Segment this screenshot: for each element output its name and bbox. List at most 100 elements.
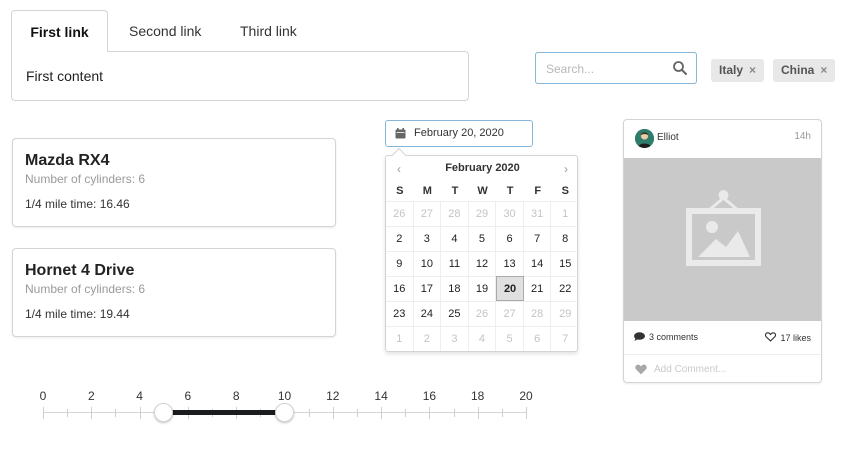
calendar-day[interactable]: 1 (551, 201, 579, 226)
post-author[interactable]: Elliot (657, 132, 679, 143)
weekday-row: SMTWTFS (386, 182, 579, 200)
slider-major-tick (139, 407, 141, 419)
calendar-day[interactable]: 24 (413, 301, 442, 326)
calendar-day-selected[interactable]: 20 (496, 276, 524, 301)
calendar-day[interactable]: 26 (386, 201, 414, 226)
slider-major-tick (381, 407, 383, 419)
calendar-day[interactable]: 5 (496, 326, 524, 351)
calendar-day[interactable]: 22 (551, 276, 579, 301)
calendar-day[interactable]: 2 (386, 226, 414, 251)
slider-major-tick (332, 407, 334, 419)
tab-menu: First link Second link Third link First … (11, 10, 469, 101)
slider-tick-label: 20 (519, 389, 533, 403)
calendar-day[interactable]: 21 (523, 276, 552, 301)
car-cylinders: Number of cylinders: 6 (25, 172, 146, 186)
heart-icon[interactable] (635, 364, 647, 375)
slider-major-tick (477, 407, 479, 419)
calendar-day[interactable]: 16 (386, 276, 414, 301)
likes-count: 17 likes (780, 333, 811, 343)
slider-tick-label: 0 (39, 389, 47, 403)
slider-tick-label: 8 (232, 389, 240, 403)
weekday-label: F (534, 185, 542, 197)
tab-first-link[interactable]: First link (11, 10, 108, 52)
calendar-day[interactable]: 7 (551, 326, 579, 351)
calendar-day[interactable]: 4 (468, 326, 497, 351)
calendar-day[interactable]: 6 (496, 226, 524, 251)
calendar-day[interactable]: 26 (468, 301, 497, 326)
comment-icon (634, 332, 645, 341)
calendar-day[interactable]: 2 (413, 326, 442, 351)
likes-link[interactable]: 17 likes (765, 332, 811, 343)
add-comment-input[interactable] (654, 361, 804, 377)
comments-link[interactable]: 3 comments (634, 332, 698, 342)
calendar-day[interactable]: 3 (413, 226, 442, 251)
slider-tick-label: 14 (374, 389, 388, 403)
date-value: February 20, 2020 (414, 127, 504, 139)
calendar-day[interactable]: 9 (386, 251, 414, 276)
car-name: Hornet 4 Drive (25, 262, 135, 279)
slider-major-tick (526, 407, 527, 419)
car-quarter-mile: 1/4 mile time: 19.44 (25, 307, 130, 321)
calendar-day[interactable]: 10 (413, 251, 442, 276)
calendar-day[interactable]: 3 (441, 326, 469, 351)
calendar-day[interactable]: 17 (413, 276, 442, 301)
slider-tick-label: 16 (422, 389, 437, 403)
slider-tick-label: 4 (136, 389, 143, 403)
slider-minor-tick (356, 409, 358, 417)
calendar-day[interactable]: 28 (441, 201, 469, 226)
tab-second-link[interactable]: Second link (129, 10, 201, 52)
chip-italy: Italy × (711, 59, 765, 82)
calendar-header: ‹ February 2020 › (386, 156, 579, 182)
calendar-day[interactable]: 31 (523, 201, 552, 226)
post-header: Elliot 14h (624, 120, 821, 158)
calendar-day[interactable]: 15 (551, 251, 579, 276)
remove-icon[interactable]: × (820, 59, 827, 82)
calendar-day[interactable]: 29 (468, 201, 497, 226)
search-input[interactable] (546, 59, 666, 79)
slider-tick-label: 10 (277, 389, 292, 403)
slider-minor-tick (115, 409, 117, 417)
slider-major-tick (91, 407, 93, 419)
add-comment-row (624, 354, 821, 382)
tab-third-link[interactable]: Third link (240, 10, 297, 52)
slider-minor-tick (405, 409, 407, 417)
calendar-day[interactable]: 23 (386, 301, 414, 326)
calendar-day[interactable]: 7 (523, 226, 552, 251)
calendar-day[interactable]: 19 (468, 276, 497, 301)
calendar-day[interactable]: 12 (468, 251, 497, 276)
calendar-day[interactable]: 13 (496, 251, 524, 276)
slider-minor-tick (67, 409, 69, 417)
car-card: Mazda RX4 Number of cylinders: 6 1/4 mil… (12, 138, 336, 227)
slider-thumb-min[interactable] (153, 403, 173, 422)
calendar-day[interactable]: 6 (523, 326, 552, 351)
calendar-day[interactable]: 30 (496, 201, 524, 226)
remove-icon[interactable]: × (749, 59, 756, 82)
calendar-day[interactable]: 8 (551, 226, 579, 251)
calendar-month-label[interactable]: February 2020 (386, 162, 579, 174)
calendar-day[interactable]: 1 (386, 326, 414, 351)
weekday-label: M (422, 185, 432, 197)
weekday-label: W (477, 185, 488, 197)
calendar-day[interactable]: 4 (441, 226, 469, 251)
calendar-day[interactable]: 18 (441, 276, 469, 301)
avatar[interactable] (635, 129, 654, 148)
slider-major-tick (43, 407, 44, 419)
search-icon[interactable] (672, 60, 688, 76)
user-avatar-icon (635, 129, 654, 148)
calendar-day[interactable]: 14 (523, 251, 552, 276)
calendar-day[interactable]: 27 (413, 201, 442, 226)
range-slider: 0 2 4 6 8 10 12 14 16 18 20 (30, 385, 540, 430)
calendar-day[interactable]: 5 (468, 226, 497, 251)
calendar-day[interactable]: 25 (441, 301, 469, 326)
weekday-label: T (506, 185, 514, 197)
car-card: Hornet 4 Drive Number of cylinders: 6 1/… (12, 248, 336, 337)
next-month-button[interactable]: › (559, 162, 573, 176)
post-time: 14h (794, 131, 811, 142)
slider-minor-tick (308, 409, 310, 417)
date-input[interactable]: February 20, 2020 (385, 120, 533, 147)
calendar-day[interactable]: 11 (441, 251, 469, 276)
slider-thumb-max[interactable] (274, 403, 294, 422)
calendar-day[interactable]: 28 (523, 301, 552, 326)
calendar-day[interactable]: 27 (496, 301, 524, 326)
calendar-day[interactable]: 29 (551, 301, 579, 326)
